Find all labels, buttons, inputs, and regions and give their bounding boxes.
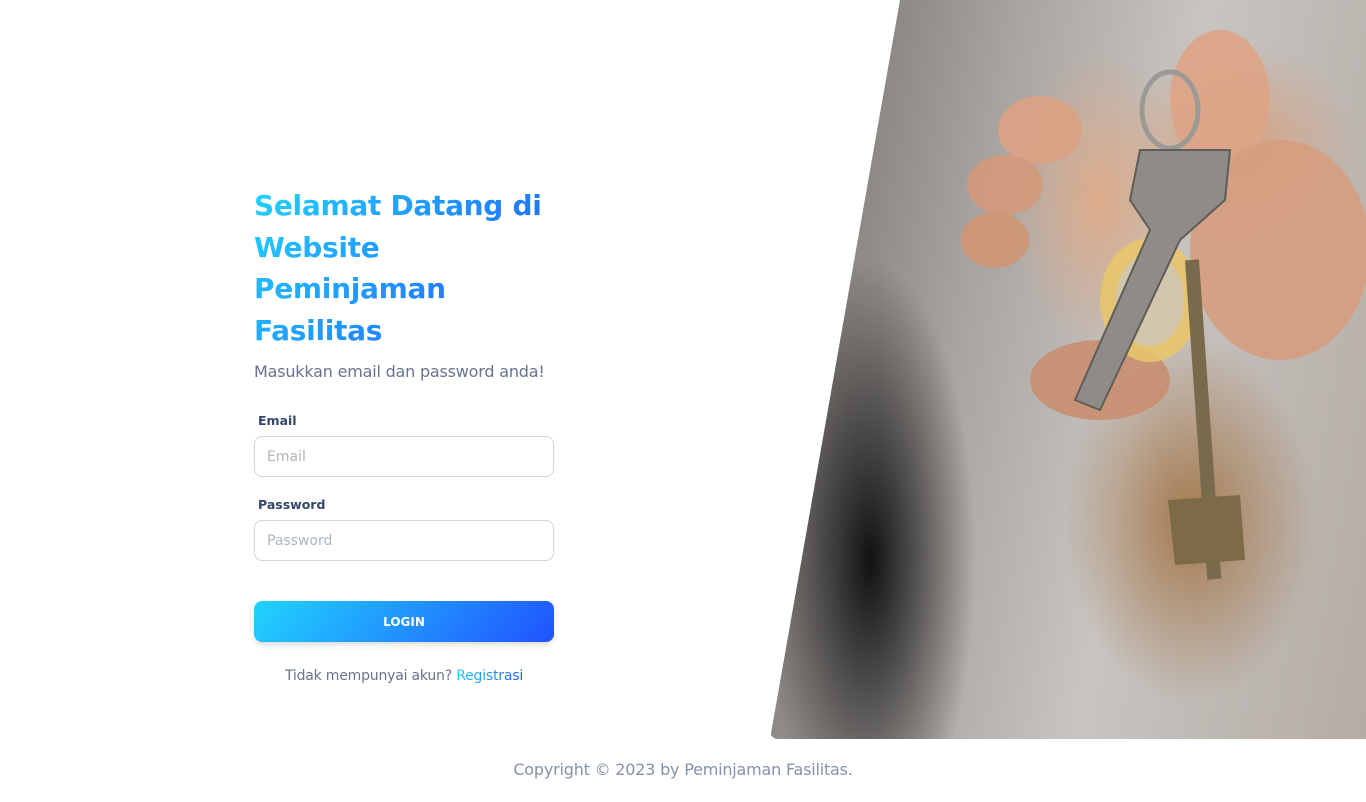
page-subtitle: Masukkan email dan password anda! [254,362,545,381]
register-link[interactable]: Registrasi [456,668,523,684]
password-label: Password [258,497,326,512]
no-account-text: Tidak mempunyai akun? [284,668,452,684]
password-field[interactable] [254,520,554,561]
signup-prompt: Tidak mempunyai akun? Registrasi [254,668,554,684]
footer-copyright: Copyright © 2023 by Peminjaman Fasilitas… [513,760,853,779]
hand-holding-keys-photo [770,0,1366,739]
login-form: Selamat Datang di Website Peminjaman Fas… [254,185,554,684]
login-page: Selamat Datang di Website Peminjaman Fas… [0,0,1366,802]
keys-illustration [961,30,1366,580]
email-label: Email [258,413,297,428]
email-field[interactable] [254,436,554,477]
login-button[interactable]: LOGIN [254,601,554,642]
page-title: Selamat Datang di Website Peminjaman Fas… [254,185,544,351]
